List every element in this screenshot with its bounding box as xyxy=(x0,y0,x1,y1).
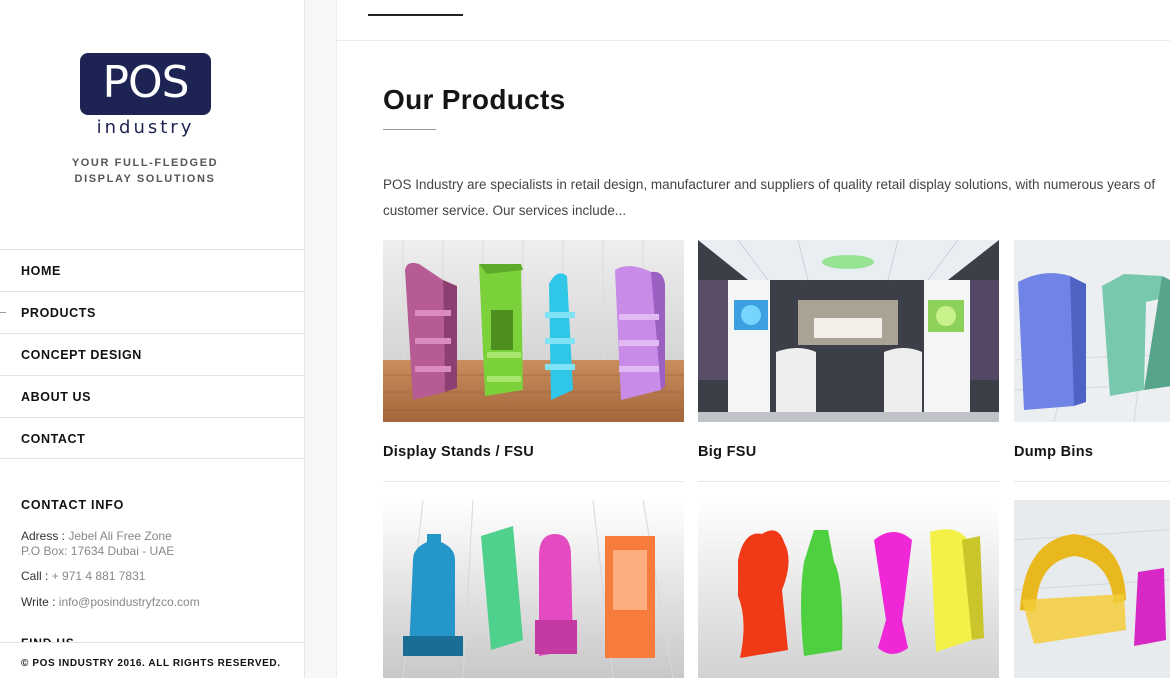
logo-subtext: industry xyxy=(96,117,195,138)
card-divider xyxy=(1014,481,1170,482)
main-content: Our Products POS Industry are specialist… xyxy=(337,0,1170,678)
active-tab-indicator xyxy=(368,14,463,16)
nav-item-label: PRODUCTS xyxy=(21,306,96,320)
write-label: Write : xyxy=(21,595,56,609)
top-bar xyxy=(337,0,1170,41)
nav-item-contact[interactable]: CONTACT xyxy=(0,417,304,459)
tagline: YOUR FULL-FLEDGED DISPLAY SOLUTIONS xyxy=(60,155,230,187)
nav-item-label: ABOUT US xyxy=(21,390,92,404)
address-line-1: Jebel Ali Free Zone xyxy=(68,529,172,543)
page-title: Our Products xyxy=(383,84,566,115)
nav-item-home[interactable]: HOME xyxy=(0,249,304,291)
product-image-dump-bins[interactable] xyxy=(1014,240,1170,422)
product-image-display-stands[interactable] xyxy=(383,240,684,422)
email-link[interactable]: info@posindustryfzco.com xyxy=(59,595,200,609)
nav-item-label: HOME xyxy=(21,264,61,278)
contact-phone: Call : + 971 4 881 7831 xyxy=(21,569,145,584)
product-card-display-stands[interactable]: Display Stands / FSU xyxy=(383,240,684,482)
nav-item-label: CONCEPT DESIGN xyxy=(21,348,142,362)
product-title[interactable]: Big FSU xyxy=(698,444,999,460)
contact-email: Write : info@posindustryfzco.com xyxy=(21,595,200,610)
product-card-shaped-standees[interactable] xyxy=(698,500,999,678)
nav-item-concept-design[interactable]: CONCEPT DESIGN xyxy=(0,333,304,375)
product-image-counter-displays[interactable] xyxy=(1014,500,1170,678)
address-line-2: P.O Box: 17634 Dubai - UAE xyxy=(21,544,175,558)
copyright: © POS INDUSTRY 2016. ALL RIGHTS RESERVED… xyxy=(0,642,304,678)
sidebar: POS industry YOUR FULL-FLEDGED DISPLAY S… xyxy=(0,0,305,678)
product-card-big-fsu[interactable]: Big FSU xyxy=(698,240,999,482)
card-divider xyxy=(698,481,999,482)
contact-info-heading: CONTACT INFO xyxy=(21,498,125,512)
call-label: Call : xyxy=(21,569,49,583)
logo[interactable]: POS xyxy=(80,53,211,115)
product-card-dump-bins[interactable]: Dump Bins xyxy=(1014,240,1170,482)
nav-item-products[interactable]: PRODUCTS xyxy=(0,291,304,333)
product-card-cutout-stands[interactable] xyxy=(383,500,684,678)
product-title[interactable]: Dump Bins xyxy=(1014,444,1170,460)
nav-item-about-us[interactable]: ABOUT US xyxy=(0,375,304,417)
nav-item-label: CONTACT xyxy=(21,432,86,446)
product-title[interactable]: Display Stands / FSU xyxy=(383,444,684,460)
tagline-line-2: DISPLAY SOLUTIONS xyxy=(74,173,216,185)
product-card-counter-displays[interactable] xyxy=(1014,500,1170,678)
main-nav: HOME PRODUCTS CONCEPT DESIGN ABOUT US CO… xyxy=(0,249,304,459)
intro-line-2: customer service. Our services include..… xyxy=(383,203,627,218)
product-image-cutout-stands[interactable] xyxy=(383,500,684,678)
logo-text: POS xyxy=(102,57,189,108)
intro-text: POS Industry are specialists in retail d… xyxy=(383,172,1170,224)
intro-line-1: POS Industry are specialists in retail d… xyxy=(383,177,1156,192)
card-divider xyxy=(383,481,684,482)
product-image-shaped-standees[interactable] xyxy=(698,500,999,678)
tagline-line-1: YOUR FULL-FLEDGED xyxy=(71,157,219,169)
active-marker xyxy=(0,312,6,313)
contact-address: Adress : Jebel Ali Free Zone P.O Box: 17… xyxy=(21,529,174,559)
address-label: Adress : xyxy=(21,529,66,543)
scroll-gutter xyxy=(305,0,337,678)
title-underline xyxy=(383,129,436,130)
product-image-big-fsu[interactable] xyxy=(698,240,999,422)
phone-number[interactable]: + 971 4 881 7831 xyxy=(52,569,146,583)
